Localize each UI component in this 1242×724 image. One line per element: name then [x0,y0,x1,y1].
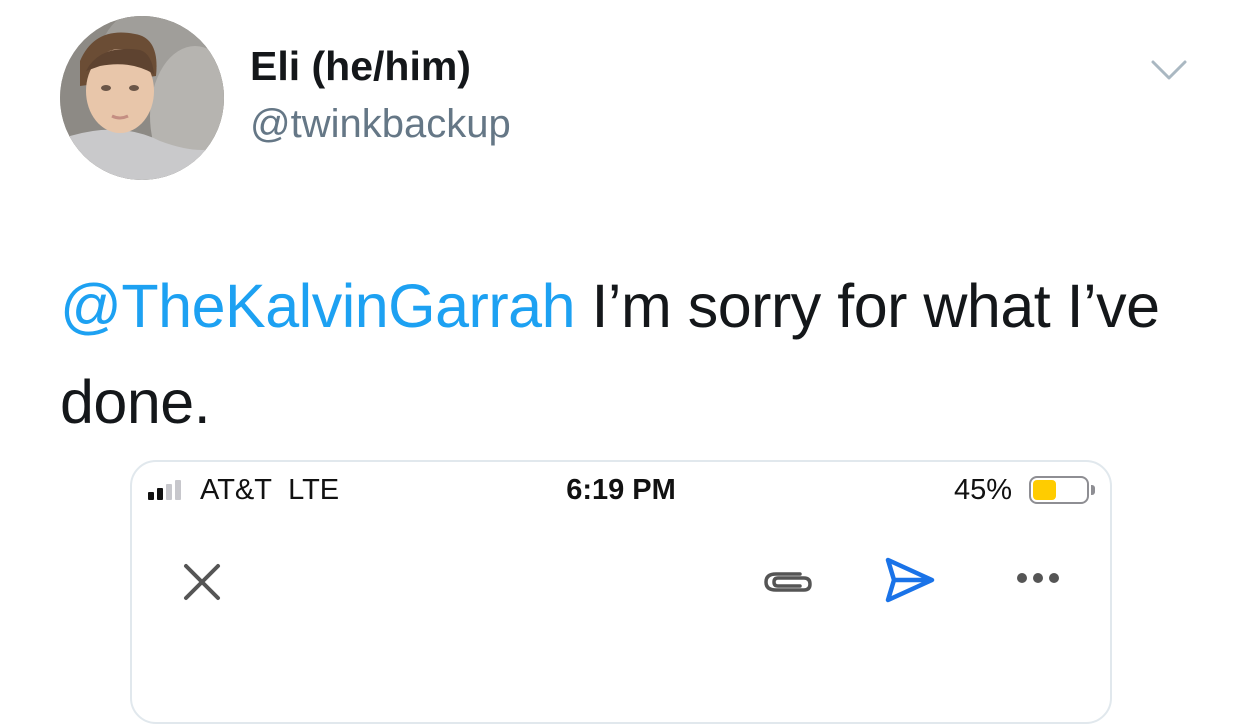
avatar[interactable] [60,16,224,180]
close-button[interactable] [180,560,224,604]
compose-toolbar [132,552,1110,622]
paperclip-icon [764,572,812,592]
tweet-media[interactable]: AT&T LTE 6:19 PM 45% [130,460,1112,724]
tweet-text: @TheKalvinGarrah I’m sorry for what I’ve… [60,258,1200,450]
close-icon [184,564,220,600]
send-button[interactable] [882,554,938,606]
send-icon [885,557,935,603]
author-handle[interactable]: @twinkbackup [250,98,511,150]
mention-link[interactable]: @TheKalvinGarrah [60,272,576,340]
more-icon [1017,573,1059,583]
profile-photo [60,16,224,180]
attach-button[interactable] [760,564,816,600]
author-display-name[interactable]: Eli (he/him) [250,40,471,92]
chevron-down-icon [1151,60,1187,80]
battery-icon [1029,476,1101,506]
phone-status-bar: AT&T LTE 6:19 PM 45% [132,462,1110,516]
more-button[interactable] [1014,568,1062,588]
battery-level-fill [1033,480,1056,500]
battery-percentage: 45% [954,474,1013,506]
tweet-menu-button[interactable] [1150,58,1188,82]
